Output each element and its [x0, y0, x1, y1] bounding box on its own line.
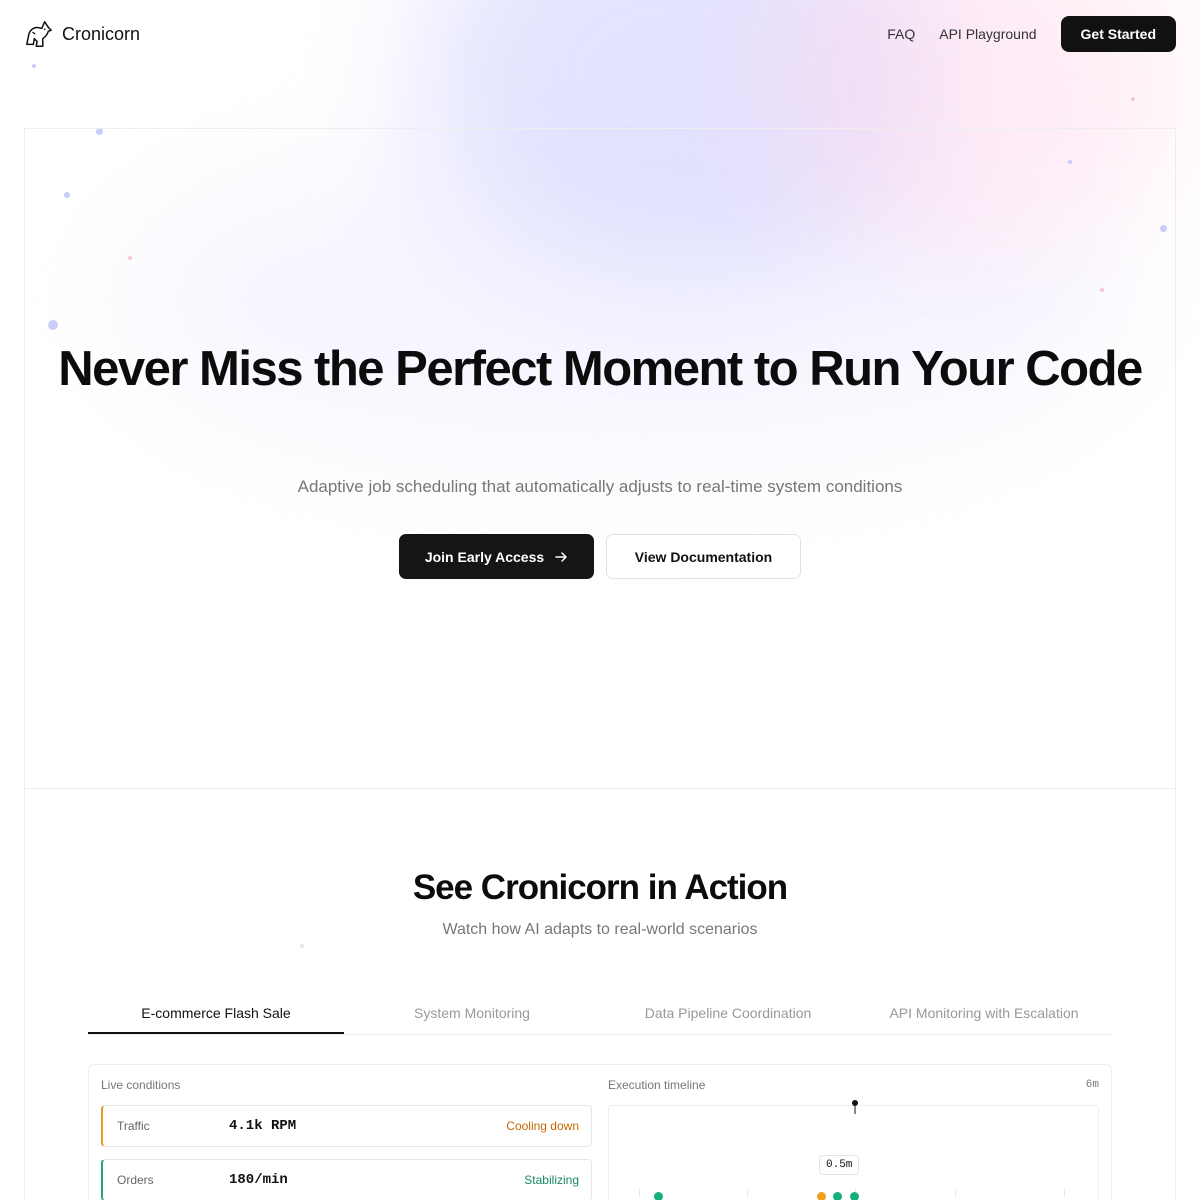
live-conditions-label: Live conditions — [101, 1078, 181, 1092]
unicorn-icon — [26, 21, 52, 47]
top-navigation: Cronicorn FAQ API Playground Get Started — [0, 0, 1200, 68]
condition-row-orders: Orders 180/min Stabilizing — [101, 1159, 592, 1200]
condition-name: Orders — [117, 1173, 154, 1187]
tab-system-monitoring[interactable]: System Monitoring — [344, 990, 600, 1034]
execution-dot-success — [833, 1192, 842, 1200]
execution-dot-warning — [817, 1192, 826, 1200]
demo-title: See Cronicorn in Action — [412, 868, 788, 907]
condition-status: Stabilizing — [524, 1173, 579, 1187]
nav-links: FAQ API Playground Get Started — [887, 16, 1176, 52]
hero-actions: Join Early Access View Documentation — [25, 534, 1175, 579]
hero-title: Never Miss the Perfect Moment to Run You… — [58, 342, 1143, 396]
execution-timeline-label: Execution timeline — [608, 1078, 706, 1092]
nav-link-api-playground[interactable]: API Playground — [939, 26, 1036, 42]
join-early-access-label: Join Early Access — [424, 548, 545, 565]
execution-dot-success — [850, 1192, 859, 1200]
join-early-access-button[interactable]: Join Early Access — [399, 534, 594, 579]
timeline-tick — [955, 1189, 956, 1197]
brand-logo-link[interactable]: Cronicorn — [24, 19, 140, 49]
tab-data-pipeline-coordination[interactable]: Data Pipeline Coordination — [600, 990, 856, 1034]
hero-subtitle: Adaptive job scheduling that automatical… — [297, 477, 903, 496]
demo-subtitle: Watch how AI adapts to real-world scenar… — [442, 921, 758, 938]
decorative-dot — [1131, 97, 1135, 101]
timeline-tick — [639, 1189, 640, 1197]
condition-row-traffic: Traffic 4.1k RPM Cooling down — [101, 1105, 592, 1147]
condition-value: 4.1k RPM — [229, 1118, 297, 1134]
condition-value: 180/min — [229, 1172, 288, 1188]
get-started-button[interactable]: Get Started — [1060, 16, 1176, 52]
tab-ecommerce-flash-sale[interactable]: E-commerce Flash Sale — [88, 990, 344, 1034]
brand-name: Cronicorn — [62, 23, 141, 44]
condition-status: Cooling down — [506, 1119, 579, 1133]
timeline-tick — [1064, 1189, 1065, 1197]
hero-section: Never Miss the Perfect Moment to Run You… — [24, 128, 1176, 789]
timeline-tick — [747, 1189, 748, 1197]
arrow-right-icon — [555, 551, 567, 562]
interval-badge: 0.5m — [819, 1155, 860, 1175]
condition-name: Traffic — [117, 1119, 150, 1133]
timeline-range: 6m — [1085, 1079, 1099, 1091]
view-documentation-button[interactable]: View Documentation — [606, 534, 801, 579]
nav-link-faq[interactable]: FAQ — [887, 26, 915, 42]
now-marker — [852, 1100, 858, 1106]
scenario-tabs: E-commerce Flash Sale System Monitoring … — [88, 990, 1112, 1035]
execution-dot-success — [654, 1192, 663, 1200]
tab-api-monitoring-with-escalation[interactable]: API Monitoring with Escalation — [856, 990, 1112, 1034]
execution-timeline: 0.5m — [608, 1100, 1099, 1200]
scenario-panel: Live conditions Traffic 4.1k RPM Cooling… — [88, 1064, 1112, 1200]
now-marker-stem — [854, 1106, 856, 1114]
